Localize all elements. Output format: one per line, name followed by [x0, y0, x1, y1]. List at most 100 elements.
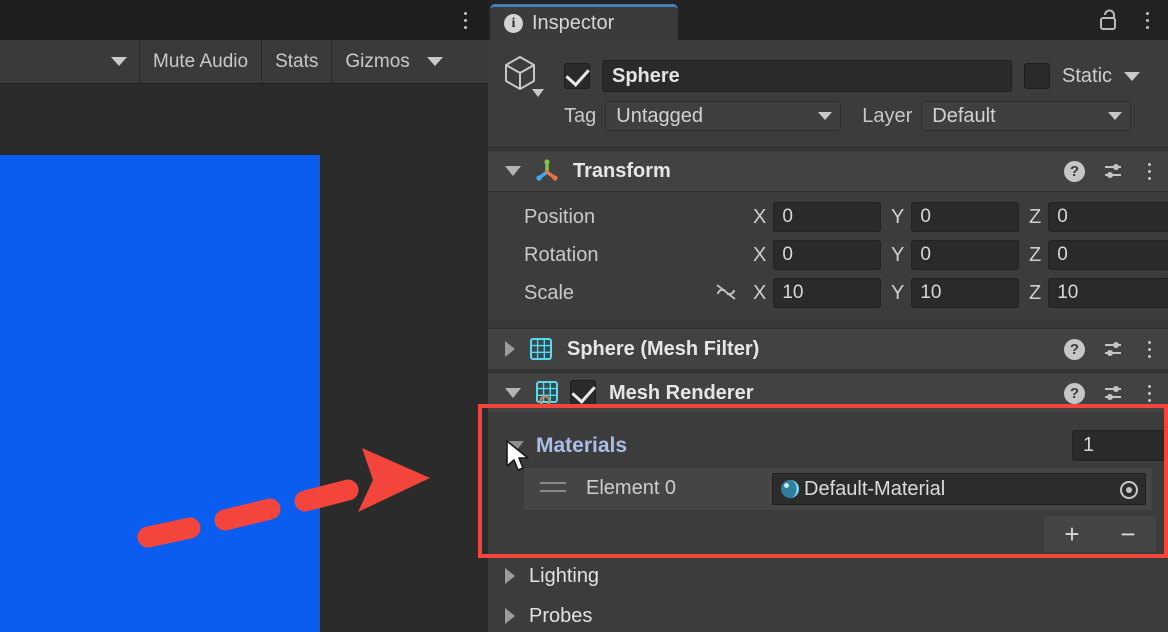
material-object-field[interactable]: Default-Material: [772, 473, 1146, 505]
transform-position-row: Position X 0 Y 0 Z 0: [488, 198, 1168, 236]
transform-actions: ?: [1064, 151, 1155, 191]
preset-settings-icon[interactable]: [1103, 382, 1125, 404]
object-enabled-checkbox[interactable]: [564, 63, 590, 89]
transform-body: Position X 0 Y 0 Z 0 Rotation X 0 Y 0 Z …: [488, 192, 1168, 320]
object-name-row: Sphere Static: [564, 60, 1141, 92]
position-x-axis-label: X: [753, 205, 767, 228]
view-dropdown[interactable]: [0, 40, 140, 83]
info-icon: i: [504, 14, 523, 33]
chevron-down-icon: [426, 57, 443, 66]
materials-section: Materials 1 Element 0 Default-Material +…: [488, 412, 1168, 560]
foldout-closed-icon[interactable]: [505, 568, 515, 584]
rotation-z-input[interactable]: 0: [1048, 240, 1168, 270]
transform-kebab-menu-icon[interactable]: [1143, 160, 1155, 182]
tab-inspector[interactable]: i Inspector: [490, 4, 678, 40]
chevron-down-icon: [818, 112, 833, 120]
foldout-probes[interactable]: Probes: [488, 596, 1168, 632]
help-icon[interactable]: ?: [1064, 338, 1085, 360]
stats-button[interactable]: Stats: [262, 40, 333, 83]
component-header-mesh-filter[interactable]: Sphere (Mesh Filter) ?: [488, 328, 1168, 370]
tag-value: Untagged: [616, 104, 703, 127]
help-icon[interactable]: ?: [1064, 382, 1085, 404]
mesh-filter-kebab-menu-icon[interactable]: [1143, 338, 1155, 360]
layer-value: Default: [932, 104, 996, 127]
scale-x-input[interactable]: 10: [773, 278, 882, 308]
transform-axis-icon: [536, 159, 558, 181]
rotation-x-axis-label: X: [753, 243, 767, 266]
position-y-input[interactable]: 0: [911, 202, 1020, 232]
element-0-label: Element 0: [586, 477, 677, 499]
gizmos-button[interactable]: Gizmos: [332, 40, 415, 83]
scale-x-axis-label: X: [753, 281, 767, 304]
padlock-unlocked-icon[interactable]: [1099, 9, 1119, 31]
scale-z-input[interactable]: 10: [1048, 278, 1168, 308]
drag-handle-icon[interactable]: [540, 482, 566, 495]
mesh-renderer-enabled-checkbox[interactable]: [570, 380, 596, 406]
mesh-renderer-kebab-menu-icon[interactable]: [1143, 382, 1155, 404]
scene-view-pane: Mute Audio Stats Gizmos: [0, 0, 488, 632]
mesh-renderer-title: Mesh Renderer: [609, 381, 754, 404]
component-header-transform[interactable]: Transform ?: [488, 150, 1168, 192]
layer-dropdown[interactable]: Default: [921, 101, 1132, 131]
mesh-renderer-icon: [536, 381, 558, 406]
inspector-tabbar: i Inspector: [488, 0, 1168, 40]
mesh-filter-title: Sphere (Mesh Filter): [567, 337, 760, 360]
gizmos-label: Gizmos: [345, 50, 410, 72]
materials-count-input[interactable]: 1: [1072, 430, 1168, 461]
transform-scale-row: Scale X 10 Y 10 Z 10: [488, 274, 1168, 312]
rotation-label: Rotation: [524, 243, 599, 266]
material-sphere-icon: [781, 480, 799, 498]
materials-element-row: Element 0 Default-Material: [524, 468, 1152, 510]
foldout-open-icon[interactable]: [508, 441, 524, 451]
scene-blue-object: [0, 155, 320, 632]
tag-dropdown[interactable]: Untagged: [605, 101, 842, 131]
mute-audio-button[interactable]: Mute Audio: [140, 40, 263, 83]
mute-audio-label: Mute Audio: [153, 50, 249, 72]
foldout-closed-icon[interactable]: [505, 341, 515, 357]
scale-y-input[interactable]: 10: [911, 278, 1020, 308]
foldout-closed-icon[interactable]: [505, 608, 515, 624]
foldout-open-icon[interactable]: [505, 388, 521, 398]
object-name-value: Sphere: [612, 64, 680, 87]
layer-label: Layer: [862, 104, 913, 127]
position-z-axis-label: Z: [1029, 205, 1042, 228]
gameobject-cube-icon: [505, 56, 544, 97]
material-name-value: Default-Material: [804, 477, 946, 500]
tag-layer-row: Tag Untagged Layer Default: [564, 101, 1132, 131]
mesh-renderer-actions: ?: [1064, 373, 1155, 413]
add-material-button[interactable]: +: [1064, 521, 1079, 547]
tag-label: Tag: [564, 104, 597, 127]
scale-z-axis-label: Z: [1029, 281, 1042, 304]
tab-inspector-label: Inspector: [532, 12, 615, 34]
transform-rotation-row: Rotation X 0 Y 0 Z 0: [488, 236, 1168, 274]
gizmos-dropdown[interactable]: [416, 40, 454, 83]
inspector-kebab-menu-icon[interactable]: [1140, 8, 1154, 32]
object-picker-icon[interactable]: [1118, 479, 1140, 501]
scene-view-kebab-menu-icon[interactable]: [458, 7, 472, 33]
rotation-y-input[interactable]: 0: [911, 240, 1020, 270]
inspector-panel: i Inspector Sphere Static Tag Untagged L…: [488, 0, 1168, 632]
scale-label: Scale: [524, 281, 575, 304]
chevron-down-icon: [1108, 112, 1123, 120]
static-checkbox[interactable]: [1024, 63, 1050, 89]
foldout-lighting[interactable]: Lighting: [488, 556, 1168, 596]
materials-foldout-row[interactable]: Materials 1: [500, 428, 1168, 464]
foldout-open-icon[interactable]: [505, 166, 521, 176]
preset-settings-icon[interactable]: [1103, 160, 1125, 182]
object-name-input[interactable]: Sphere: [602, 60, 1012, 92]
chevron-down-icon: [111, 57, 127, 66]
probes-label: Probes: [529, 604, 593, 627]
chevron-down-icon[interactable]: [1124, 71, 1141, 81]
position-x-input[interactable]: 0: [773, 202, 882, 232]
help-icon[interactable]: ?: [1064, 160, 1085, 182]
remove-material-button[interactable]: −: [1120, 521, 1135, 547]
scene-viewport[interactable]: [0, 84, 488, 632]
rotation-x-input[interactable]: 0: [773, 240, 882, 270]
rotation-y-axis-label: Y: [891, 243, 905, 266]
position-z-input[interactable]: 0: [1048, 202, 1168, 232]
mesh-grid-icon: [530, 338, 552, 360]
broken-chain-icon[interactable]: [714, 282, 738, 302]
preset-settings-icon[interactable]: [1103, 338, 1125, 360]
static-label: Static: [1062, 64, 1113, 87]
component-header-mesh-renderer[interactable]: Mesh Renderer ?: [488, 372, 1168, 414]
